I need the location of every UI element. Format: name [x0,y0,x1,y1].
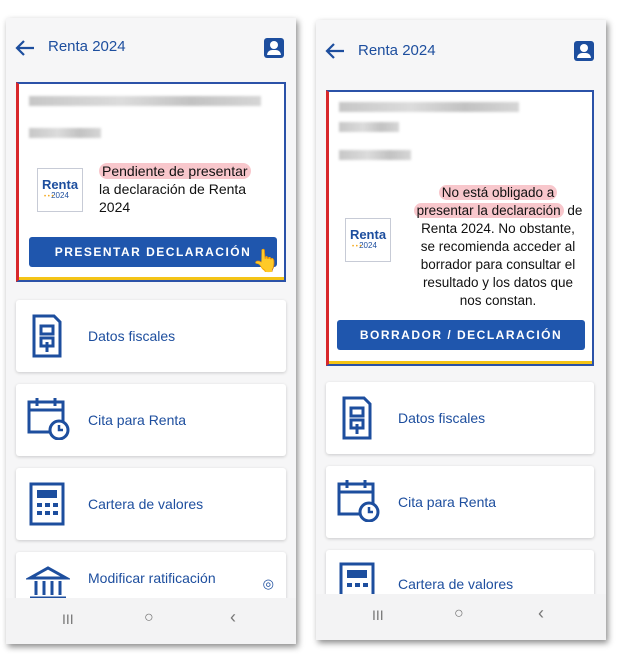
menu-label: Cartera de valores [398,576,514,592]
portfolio-grid-icon [29,482,65,526]
system-back-button[interactable]: ‹ [230,607,236,628]
phone-screen-left: Renta 2024 Renta 2024 • • • Pendiente de… [6,18,296,644]
help-icon[interactable]: ◎ [263,576,274,592]
page-title: Renta 2024 [358,42,436,59]
app-bar: Renta 2024 [316,20,606,78]
menu-label: Cita para Renta [88,412,187,428]
menu-label: Cita para Renta [398,494,497,510]
renta-logo: Renta 2024 • • • [37,168,83,212]
back-arrow-icon[interactable] [324,41,346,61]
redacted-name [339,102,519,112]
menu-item-datos-fiscales[interactable]: Datos fiscales [326,382,594,454]
phone-screen-right: Renta 2024 Renta 2024 • • • No está obli… [316,20,606,640]
home-button[interactable]: ○ [454,605,464,623]
flag-stripe [19,277,284,280]
tax-document-icon [32,314,62,358]
calendar-clock-icon [27,398,70,440]
status-highlight-2: presentar la declaración [413,203,564,218]
status-highlight: Pendiente de presentar [99,163,251,179]
system-nav-bar: III ○ ‹ [316,594,606,640]
menu-item-cita-renta[interactable]: Cita para Renta [326,466,594,538]
redacted-name [29,96,261,106]
tax-document-icon [342,396,372,440]
status-message: No está obligado a presentar la declarac… [403,184,592,310]
recents-button[interactable]: III [62,611,74,627]
renta-status-card: Renta 2024 • • • No está obligado a pres… [326,90,594,366]
calendar-clock-icon [337,480,380,522]
system-back-button[interactable]: ‹ [538,603,544,624]
page-title: Renta 2024 [48,38,126,55]
menu-item-datos-fiscales[interactable]: Datos fiscales [16,300,286,372]
home-button[interactable]: ○ [144,609,154,627]
profile-icon[interactable] [264,38,284,58]
status-highlight: No está obligado a [438,185,558,200]
menu-label: Modificar ratificación [88,570,216,586]
redacted-id [339,150,411,160]
menu-label: Cartera de valores [88,496,204,512]
menu-item-cita-renta[interactable]: Cita para Renta [16,384,286,456]
renta-status-card: Renta 2024 • • • Pendiente de presentar … [16,82,286,282]
back-arrow-icon[interactable] [14,38,36,58]
presentar-declaracion-button[interactable]: PRESENTAR DECLARACIÓN [29,237,277,267]
flag-stripe [329,361,592,364]
menu-item-cartera-valores[interactable]: Cartera de valores [16,468,286,540]
recents-button[interactable]: III [372,607,384,623]
menu-label: Datos fiscales [88,328,176,344]
redacted-name-2 [339,122,399,132]
app-bar: Renta 2024 [6,18,296,76]
profile-icon[interactable] [574,41,594,61]
borrador-declaracion-button[interactable]: BORRADOR / DECLARACIÓN [337,320,585,350]
tap-hand-icon: 👆 [252,248,280,273]
renta-logo: Renta 2024 • • • [345,218,391,262]
redacted-id [29,128,101,138]
system-nav-bar: III ○ ‹ [6,598,296,644]
status-message: Pendiente de presentar la declaración de… [99,162,284,216]
menu-label: Datos fiscales [398,410,486,426]
